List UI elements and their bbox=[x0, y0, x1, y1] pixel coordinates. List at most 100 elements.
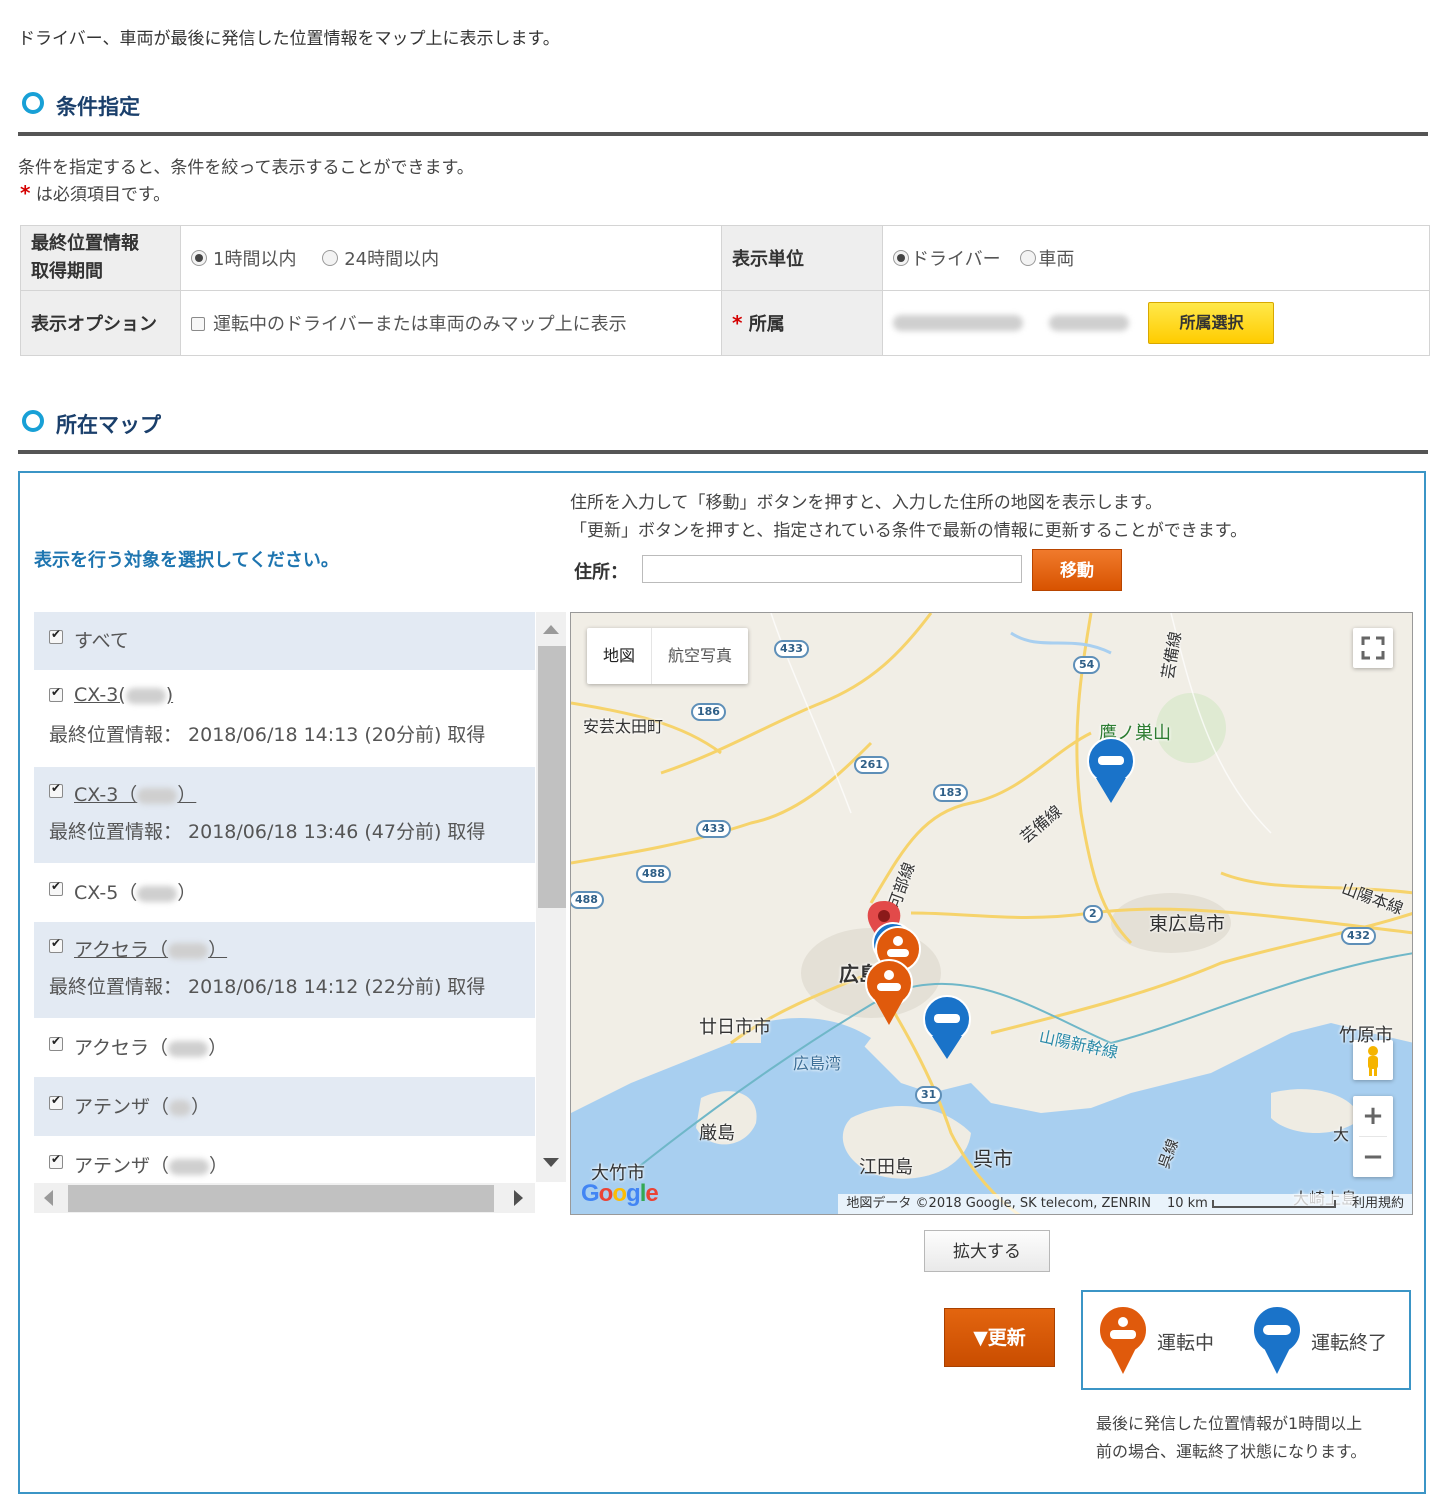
section-title: 条件指定 bbox=[56, 95, 140, 119]
vehicle-name-suffix: ） bbox=[177, 784, 197, 806]
vehicle-name-suffix: ） bbox=[177, 882, 197, 904]
map-scale: 10 km bbox=[1167, 1194, 1336, 1214]
period-header: 最終位置情報 取得期間 bbox=[20, 225, 181, 291]
period-header-line1: 最終位置情報 bbox=[31, 233, 139, 254]
checkbox-icon[interactable] bbox=[49, 936, 63, 953]
radio-driver[interactable]: ドライバー bbox=[893, 249, 1001, 270]
radio-1hour-label: 1時間以内 bbox=[213, 249, 297, 270]
location-map[interactable]: 地図 航空写真 + − 安芸太田町 鷹ノ巣山 芸備線 芸備線 可部線 山陽本線 … bbox=[570, 612, 1413, 1215]
help-text-update: 「更新」ボタンを押すと、指定されている条件で最新の情報に更新することができます。 bbox=[570, 521, 1248, 541]
select-target-label: 表示を行う対象を選択してください。 bbox=[34, 550, 339, 571]
radio-icon[interactable] bbox=[322, 250, 339, 266]
legend-ended: 運転終了 bbox=[1311, 1332, 1388, 1354]
affiliation-value-redacted bbox=[893, 315, 1023, 331]
address-input[interactable] bbox=[642, 555, 1022, 583]
vehicle-name-wrap: アテンザ（ ） bbox=[74, 1151, 228, 1178]
vehicle-name-wrap: アテンザ（ ） bbox=[74, 1092, 210, 1119]
affiliation-select-button[interactable]: 所属選択 bbox=[1148, 302, 1275, 344]
move-button[interactable]: 移動 bbox=[1032, 549, 1122, 591]
checkbox-icon[interactable] bbox=[49, 879, 63, 896]
vehicle-marker-driving[interactable] bbox=[865, 959, 913, 1025]
last-position-info: 最終位置情報： 2018/06/18 13:46 (47分前) 取得 bbox=[49, 821, 486, 843]
page-description: ドライバー、車両が最後に発信した位置情報をマップ上に表示します。 bbox=[18, 29, 560, 49]
scroll-up-icon[interactable] bbox=[543, 625, 559, 634]
target-list[interactable]: すべて CX-3() 最終位置情報： 2018/06/18 14:13 (20分… bbox=[34, 612, 535, 1182]
section-divider bbox=[18, 132, 1428, 136]
expand-map-button[interactable]: 拡大する bbox=[924, 1230, 1050, 1272]
circle-bullet-icon bbox=[22, 92, 44, 114]
vertical-scroll-thumb[interactable] bbox=[538, 646, 566, 908]
radio-icon[interactable] bbox=[893, 250, 909, 266]
plate-redacted bbox=[168, 1040, 209, 1057]
period-header-line2: 取得期間 bbox=[31, 261, 103, 282]
vehicle-name: アテンザ（ bbox=[74, 1096, 170, 1118]
affiliation-value-redacted bbox=[1048, 315, 1129, 331]
map-attribution: 地図データ ©2018 Google, SK telecom, ZENRIN bbox=[846, 1196, 1151, 1211]
vehicle-name: アクセラ（ bbox=[74, 939, 169, 961]
radio-vehicle-label: 車両 bbox=[1038, 249, 1075, 270]
section-title: 所在マップ bbox=[56, 413, 161, 437]
vehicle-name: CX-3（ bbox=[74, 784, 138, 806]
vehicle-name-suffix: ） bbox=[208, 939, 228, 961]
circle-bullet-icon bbox=[22, 410, 44, 432]
list-item[interactable]: アクセラ（ ） bbox=[34, 1018, 535, 1077]
period-options: 1時間以内 24時間以内 bbox=[180, 225, 722, 291]
checkbox-icon[interactable] bbox=[49, 627, 63, 644]
checkbox-icon[interactable] bbox=[49, 1093, 63, 1110]
section-divider bbox=[18, 450, 1428, 454]
map-terms-link[interactable]: 利用規約 bbox=[1352, 1194, 1404, 1214]
legend-driving: 運転中 bbox=[1157, 1332, 1215, 1354]
vehicle-marker-ended[interactable] bbox=[1087, 737, 1135, 803]
vehicle-name-suffix: ） bbox=[191, 1096, 211, 1118]
vehicle-name-wrap: CX-5（ ） bbox=[74, 878, 196, 905]
plate-redacted bbox=[169, 1099, 192, 1116]
vehicle-name: アテンザ（ bbox=[74, 1155, 170, 1177]
list-item[interactable]: CX-3（ ） 最終位置情報： 2018/06/18 13:46 (47分前) 取… bbox=[34, 767, 535, 863]
vehicle-link[interactable]: CX-3（ ） bbox=[74, 780, 196, 807]
vehicle-link[interactable]: CX-3() bbox=[74, 684, 173, 706]
vehicle-name-suffix: ） bbox=[209, 1155, 229, 1177]
plate-redacted bbox=[137, 787, 178, 804]
last-position-info: 最終位置情報： 2018/06/18 14:13 (20分前) 取得 bbox=[49, 724, 486, 746]
vehicle-marker-ended[interactable] bbox=[923, 995, 971, 1059]
driving-only-checkbox[interactable]: 運転中のドライバーまたは車両のみマップ上に表示 bbox=[191, 314, 627, 335]
list-item[interactable]: アテンザ（ ） bbox=[34, 1077, 535, 1136]
vehicle-name-suffix: ） bbox=[208, 1037, 228, 1059]
driving-marker-icon bbox=[1098, 1305, 1148, 1374]
checkbox-icon[interactable] bbox=[49, 1034, 63, 1051]
horizontal-scroll-thumb[interactable] bbox=[68, 1185, 494, 1212]
map-scale-bar bbox=[1211, 1199, 1336, 1208]
checkbox-icon[interactable] bbox=[49, 781, 63, 798]
vehicle-link[interactable]: アクセラ（ ） bbox=[74, 935, 227, 962]
ended-marker-icon bbox=[1252, 1305, 1302, 1374]
vehicle-name: CX-5（ bbox=[74, 882, 138, 904]
required-note: * は必須項目です。 bbox=[20, 180, 170, 205]
list-item[interactable]: アテンザ（ ） bbox=[34, 1136, 535, 1182]
required-note-text: は必須項目です。 bbox=[35, 185, 171, 205]
list-item[interactable]: CX-5（ ） bbox=[34, 863, 535, 922]
plate-redacted bbox=[169, 1158, 210, 1175]
list-item[interactable]: アクセラ（ ） 最終位置情報： 2018/06/18 14:12 (22分前) 取… bbox=[34, 922, 535, 1018]
radio-icon[interactable] bbox=[191, 250, 207, 266]
list-item[interactable]: CX-3() 最終位置情報： 2018/06/18 14:13 (20分前) 取… bbox=[34, 670, 535, 767]
checkbox-icon[interactable] bbox=[49, 685, 63, 702]
scroll-right-icon[interactable] bbox=[514, 1190, 523, 1206]
update-button[interactable]: ▼更新 bbox=[944, 1308, 1055, 1367]
vehicle-name: アクセラ（ bbox=[74, 1037, 169, 1059]
vehicle-name-wrap: アクセラ（ ） bbox=[74, 1033, 227, 1060]
list-item-all[interactable]: すべて bbox=[34, 612, 535, 670]
scroll-down-icon[interactable] bbox=[543, 1158, 559, 1167]
scroll-left-icon[interactable] bbox=[44, 1190, 53, 1206]
driving-only-label: 運転中のドライバーまたは車両のみマップ上に表示 bbox=[213, 314, 627, 335]
option-header: 表示オプション bbox=[20, 290, 181, 356]
section-heading-conditions: 条件指定 bbox=[22, 86, 140, 126]
radio-vehicle[interactable]: 車両 bbox=[1020, 249, 1074, 270]
radio-icon[interactable] bbox=[1020, 250, 1037, 266]
radio-24hour[interactable]: 24時間以内 bbox=[322, 249, 439, 270]
checkbox-icon[interactable] bbox=[49, 1152, 63, 1169]
unit-options: ドライバー 車両 bbox=[882, 225, 1430, 291]
google-logo: Google bbox=[581, 1180, 659, 1207]
radio-1hour[interactable]: 1時間以内 bbox=[191, 249, 296, 270]
list-item-name: すべて bbox=[74, 630, 129, 652]
checkbox-icon[interactable] bbox=[191, 317, 205, 331]
